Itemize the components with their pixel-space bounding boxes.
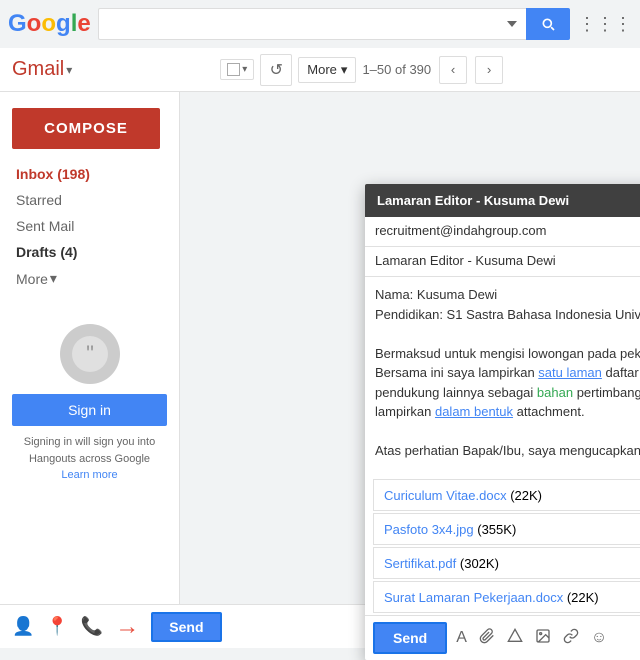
attachment-link-2[interactable]: Sertifikat.pdf [384, 556, 456, 571]
attachment-link-0[interactable]: Curiculum Vitae.docx [384, 488, 507, 503]
attachment-link-1[interactable]: Pasfoto 3x4.jpg [384, 522, 474, 537]
header-controls: ▾ ↺ More ▾ 1–50 of 390 ‹ › [220, 54, 503, 86]
link-satu-laman[interactable]: satu laman [538, 365, 602, 380]
more-button[interactable]: More ▾ [298, 57, 356, 83]
compose-footer: Send A ☺ Saved 🗑 ▾ [365, 615, 640, 660]
sidebar-item-sent[interactable]: Sent Mail [0, 213, 179, 239]
sidebar-item-starred[interactable]: Starred [0, 187, 179, 213]
learn-more-link[interactable]: Learn more [61, 469, 117, 481]
google-logo: Google [8, 10, 90, 38]
sidebar-item-inbox[interactable]: Inbox (198) [0, 161, 179, 187]
checkbox-box [227, 63, 240, 76]
body-para2: Bersama ini saya lampirkan satu laman da… [375, 363, 640, 422]
top-bar: Google ⋮⋮⋮ [0, 0, 640, 48]
body-regards1: Atas perhatian Bapak/Ibu, saya mengucapk… [375, 441, 640, 461]
checkbox-arrow: ▾ [242, 64, 247, 75]
format-text-icon[interactable]: A [453, 626, 470, 650]
compose-window: Lamaran Editor - Kusuma Dewi ─ ⤢ ✕ recru… [365, 184, 640, 660]
gmail-title: Gmail ▾ [12, 58, 72, 81]
body-para1: Bermaksud untuk mengisi lowongan pada pe… [375, 344, 640, 364]
sign-in-button[interactable]: Sign in [12, 394, 167, 426]
person-icon[interactable]: 👤 [12, 616, 34, 637]
link-bahan: bahan [537, 385, 573, 400]
avatar: " [60, 324, 120, 384]
drive-icon[interactable] [504, 625, 526, 652]
subject-field[interactable]: Lamaran Editor - Kusuma Dewi [365, 247, 640, 277]
phone-icon[interactable]: 📞 [81, 616, 103, 637]
search-input[interactable] [98, 8, 498, 40]
emoji-icon[interactable]: ☺ [588, 626, 610, 650]
sidebar-item-more[interactable]: More ▾ [0, 265, 179, 292]
gmail-area: Lamaran Editor - Kusuma Dewi ─ ⤢ ✕ recru… [180, 92, 640, 604]
refresh-button[interactable]: ↺ [260, 54, 292, 86]
location-icon[interactable]: 📍 [46, 616, 68, 637]
arrow-indicator: → [115, 613, 139, 641]
apps-grid-icon[interactable]: ⋮⋮⋮ [578, 14, 632, 35]
attachment-item: Curiculum Vitae.docx (22K) × [373, 479, 640, 511]
hangouts-description: Signing in will sign you into Hangouts a… [12, 434, 167, 484]
attachment-link-3[interactable]: Surat Lamaran Pekerjaan.docx [384, 590, 563, 605]
sidebar-item-drafts[interactable]: Drafts (4) [0, 239, 179, 265]
svg-text:": " [86, 341, 94, 366]
sidebar: COMPOSE Inbox (198) Starred Sent Mail Dr… [0, 92, 180, 604]
body-name: Nama: Kusuma Dewi [375, 285, 640, 305]
compose-header[interactable]: Lamaran Editor - Kusuma Dewi ─ ⤢ ✕ [365, 184, 640, 217]
hangouts-area: " Sign in Signing in will sign you into … [0, 312, 179, 496]
next-page-button[interactable]: › [475, 56, 503, 84]
gmail-header: Gmail ▾ ▾ ↺ More ▾ 1–50 of 390 ‹ › [0, 48, 640, 92]
attachments-list: Curiculum Vitae.docx (22K) × Pasfoto 3x4… [365, 479, 640, 613]
compose-body[interactable]: Nama: Kusuma Dewi Pendidikan: S1 Sastra … [365, 277, 640, 477]
to-field[interactable]: recruitment@indahgroup.com [365, 217, 640, 247]
search-dropdown[interactable] [498, 8, 526, 40]
pagination-info: 1–50 of 390 ‹ › [362, 56, 503, 84]
send-button-bottom[interactable]: Send [151, 612, 221, 642]
body-education: Pendidikan: S1 Sastra Bahasa Indonesia U… [375, 305, 640, 325]
gmail-dropdown-arrow[interactable]: ▾ [66, 63, 72, 77]
attachment-item: Surat Lamaran Pekerjaan.docx (22K) × [373, 581, 640, 613]
attachment-item: Sertifikat.pdf (302K) × [373, 547, 640, 579]
link-icon[interactable] [560, 625, 582, 652]
search-button[interactable] [526, 8, 570, 40]
compose-button[interactable]: COMPOSE [12, 108, 160, 149]
attachment-item: Pasfoto 3x4.jpg (355K) × [373, 513, 640, 545]
main-area: COMPOSE Inbox (198) Starred Sent Mail Dr… [0, 92, 640, 604]
send-button[interactable]: Send [373, 622, 447, 654]
compose-title: Lamaran Editor - Kusuma Dewi [377, 193, 569, 208]
select-all-checkbox[interactable]: ▾ [220, 59, 254, 80]
photo-icon[interactable] [532, 625, 554, 652]
attach-icon[interactable] [476, 625, 498, 652]
search-container [98, 8, 570, 40]
link-dalam-bentuk[interactable]: dalam bentuk [435, 404, 513, 419]
prev-page-button[interactable]: ‹ [439, 56, 467, 84]
